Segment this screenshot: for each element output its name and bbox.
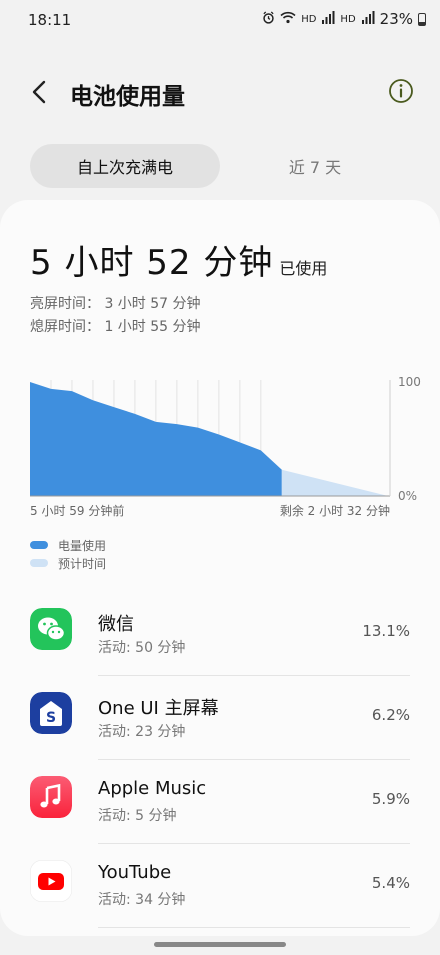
divider: [98, 927, 410, 928]
app-name: YouTube: [98, 862, 172, 883]
period-tabs: 自上次充满电 近 7 天: [30, 144, 410, 188]
home-indicator[interactable]: [154, 942, 286, 947]
app-activity: 活动: 34 分钟: [98, 892, 186, 908]
app-name: Apple Music: [98, 778, 207, 799]
legend-predicted-label: 预计时间: [58, 556, 107, 571]
legend-predicted-swatch: [30, 559, 48, 567]
back-button[interactable]: [24, 76, 56, 108]
info-button[interactable]: [386, 76, 416, 106]
usage-total-value: 5 小时 52 分钟: [30, 243, 274, 283]
app-row-youtube[interactable]: YouTube 活动: 34 分钟 5.4%: [0, 844, 440, 928]
x-end-label: 剩余 2 小时 32 分钟: [280, 503, 390, 518]
app-activity: 活动: 50 分钟: [98, 640, 186, 656]
screen-off-time: 熄屏时间： 1 小时 55 分钟: [30, 319, 201, 335]
app-name: 微信: [98, 614, 134, 635]
wifi-icon: [280, 11, 296, 27]
predicted-area: [281, 469, 388, 496]
x-start-label: 5 小时 59 分钟前: [30, 503, 124, 518]
app-activity: 活动: 5 分钟: [98, 808, 177, 824]
battery-chart: 100 0% 5 小时 59 分钟前 剩余 2 小时 32 分钟: [0, 370, 440, 530]
battery-percent: 23%: [379, 10, 413, 28]
tab-last-7-days[interactable]: 近 7 天: [220, 144, 410, 188]
status-bar: 18:11 HD HD 23%: [0, 0, 440, 40]
battery-icon: [418, 12, 426, 26]
info-icon: [389, 79, 413, 103]
screen-on-time: 亮屏时间： 3 小时 57 分钟: [30, 296, 201, 312]
legend-used-label: 电量使用: [58, 538, 107, 553]
hd-label-1: HD: [301, 13, 317, 25]
usage-total: 5 小时 52 分钟 已使用: [30, 235, 327, 284]
app-activity: 活动: 23 分钟: [98, 724, 186, 740]
app-row-oneui-home[interactable]: S One UI 主屏幕 活动: 23 分钟 6.2%: [0, 676, 440, 760]
apple-music-icon: [30, 776, 72, 818]
app-percent: 5.4%: [371, 874, 410, 892]
app-percent: 13.1%: [362, 622, 410, 640]
chevron-left-icon: [32, 80, 46, 104]
app-name: One UI 主屏幕: [98, 698, 219, 719]
legend-used: 电量使用: [30, 536, 106, 554]
youtube-icon: [30, 860, 72, 902]
wechat-icon: [30, 608, 72, 650]
app-usage-list: 微信 活动: 50 分钟 13.1% S One UI 主屏幕 活动: 23 分…: [0, 592, 440, 928]
legend-used-swatch: [30, 541, 48, 549]
oneui-home-icon: S: [30, 692, 72, 734]
tab-since-full-charge[interactable]: 自上次充满电: [30, 144, 220, 188]
y-min-label: 0%: [398, 489, 417, 503]
battery-card: 5 小时 52 分钟 已使用 亮屏时间： 3 小时 57 分钟 熄屏时间： 1 …: [0, 200, 440, 936]
chart-legend: 电量使用 预计时间: [30, 536, 106, 572]
status-icons: HD HD 23%: [262, 10, 426, 28]
app-percent: 5.9%: [371, 790, 410, 808]
svg-text:S: S: [46, 710, 56, 726]
app-bar: 电池使用量: [0, 70, 440, 114]
hd-label-2: HD: [340, 13, 356, 25]
page-title: 电池使用量: [70, 84, 185, 110]
y-max-label: 100: [398, 375, 421, 389]
signal-icon-1: [321, 11, 335, 27]
signal-icon-2: [361, 11, 375, 27]
app-row-apple-music[interactable]: Apple Music 活动: 5 分钟 5.9%: [0, 760, 440, 844]
app-row-wechat[interactable]: 微信 活动: 50 分钟 13.1%: [0, 592, 440, 676]
legend-predicted: 预计时间: [30, 554, 106, 572]
usage-total-suffix: 已使用: [279, 259, 328, 278]
battery-chart-svg: 100 0% 5 小时 59 分钟前 剩余 2 小时 32 分钟: [30, 375, 421, 518]
app-percent: 6.2%: [371, 706, 410, 724]
status-time: 18:11: [28, 11, 72, 29]
alarm-icon: [262, 11, 275, 27]
